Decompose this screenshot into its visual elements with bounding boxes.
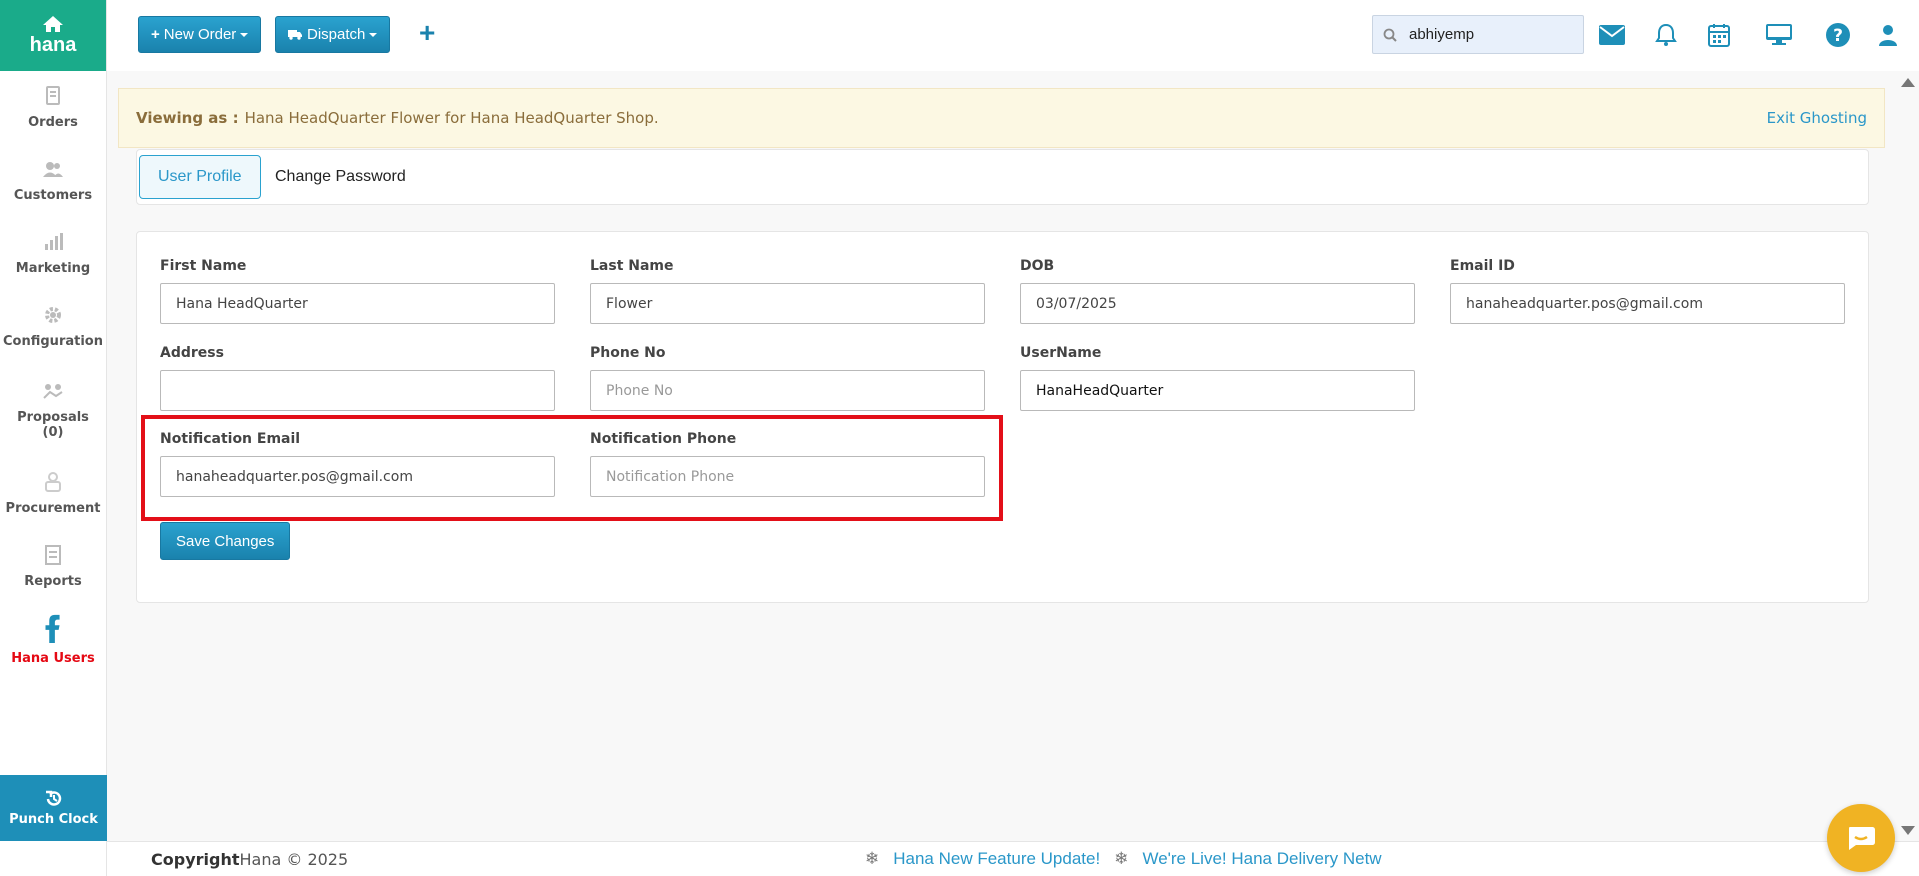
mail-icon[interactable] <box>1597 20 1627 50</box>
copyright-text: Hana © 2025 <box>239 849 349 869</box>
punch-clock-label: Punch Clock <box>9 812 98 827</box>
phone-field: Phone No <box>590 345 985 411</box>
sidebar-item-hana-users[interactable]: Hana Users <box>0 603 106 676</box>
chat-widget-button[interactable] <box>1827 804 1895 872</box>
search-icon <box>1383 28 1397 42</box>
customers-icon <box>43 162 63 177</box>
profile-tabs: User Profile Change Password <box>136 149 1869 205</box>
save-changes-button[interactable]: Save Changes <box>160 522 291 560</box>
monitor-icon[interactable] <box>1764 20 1794 50</box>
tab-change-password[interactable]: Change Password <box>257 155 424 199</box>
reports-icon <box>45 545 61 565</box>
facebook-icon <box>45 614 60 643</box>
search-input[interactable] <box>1409 26 1569 43</box>
copyright-bold: Copyright <box>151 849 240 869</box>
first-name-field: First Name <box>160 258 555 324</box>
snowflake-icon: ❄ <box>1114 849 1129 868</box>
exit-ghosting-link[interactable]: Exit Ghosting <box>1767 109 1867 127</box>
ticker-item[interactable]: We're Live! Hana Delivery Netw <box>1142 849 1381 869</box>
sidebar-item-label: Marketing <box>15 261 91 276</box>
sidebar-item-label: Customers <box>13 188 93 203</box>
copyright: CopyrightHana © 2025 <box>151 850 348 869</box>
sidebar-item-proposals[interactable]: Proposals (0) <box>0 363 106 457</box>
calendar-icon[interactable] <box>1704 20 1734 50</box>
caret-down-icon <box>240 32 249 37</box>
dob-input[interactable] <box>1020 283 1415 324</box>
dispatch-label: Dispatch <box>307 26 366 43</box>
punch-clock-button[interactable]: Punch Clock <box>0 775 107 841</box>
new-order-label: New Order <box>163 26 237 43</box>
alert-prefix: Viewing as : <box>136 109 239 127</box>
last-name-field: Last Name <box>590 258 985 324</box>
highlight-box <box>141 415 1003 521</box>
username-input[interactable] <box>1020 370 1415 411</box>
caret-down-icon <box>369 32 378 37</box>
username-label: UserName <box>1020 345 1102 361</box>
sidebar-item-label: Orders <box>28 115 78 130</box>
address-input[interactable] <box>160 370 555 411</box>
procurement-icon <box>45 472 61 492</box>
sidebar-item-customers[interactable]: Customers <box>0 144 106 217</box>
sidebar: hana Orders Customers Marketing Configur… <box>0 0 107 876</box>
news-ticker: ❄ Hana New Feature Update! ❄ We're Live!… <box>865 849 1515 869</box>
search-box[interactable] <box>1372 15 1584 54</box>
tab-user-profile[interactable]: User Profile <box>139 155 261 199</box>
logo-text: hana <box>29 33 77 56</box>
sidebar-item-label: Procurement <box>5 501 101 516</box>
sidebar-item-marketing[interactable]: Marketing <box>0 217 106 290</box>
footer: CopyrightHana © 2025 ❄ Hana New Feature … <box>107 841 1919 876</box>
plus-icon: + <box>151 26 160 43</box>
marketing-icon <box>45 233 63 250</box>
address-field: Address <box>160 345 555 411</box>
ticker-item[interactable]: Hana New Feature Update! <box>893 849 1100 869</box>
last-name-input[interactable] <box>590 283 985 324</box>
bell-icon[interactable] <box>1651 20 1681 50</box>
username-field: UserName <box>1020 345 1415 411</box>
dob-field: DOB <box>1020 258 1415 324</box>
sidebar-item-orders[interactable]: Orders <box>0 71 106 144</box>
email-field: Email ID <box>1450 258 1845 324</box>
sidebar-item-label: Configuration <box>3 334 103 349</box>
new-order-button[interactable]: + New Order <box>138 16 262 53</box>
svg-text:?: ? <box>1833 26 1843 46</box>
logo[interactable]: hana <box>0 0 106 71</box>
truck-icon <box>288 30 302 40</box>
dob-label: DOB <box>1020 258 1055 274</box>
dispatch-button[interactable]: Dispatch <box>275 16 391 53</box>
phone-label: Phone No <box>590 345 666 361</box>
orders-icon <box>46 86 60 105</box>
phone-input[interactable] <box>590 370 985 411</box>
sidebar-item-label: Proposals <box>17 410 89 425</box>
sidebar-item-procurement[interactable]: Procurement <box>0 457 106 530</box>
sidebar-item-label: Reports <box>24 574 82 589</box>
first-name-label: First Name <box>160 258 247 274</box>
chat-icon <box>1849 827 1875 850</box>
proposals-count: (0) <box>42 425 64 440</box>
address-label: Address <box>160 345 224 361</box>
last-name-label: Last Name <box>590 258 674 274</box>
sidebar-item-label: Hana Users <box>11 651 95 666</box>
gear-icon <box>45 307 61 323</box>
help-icon[interactable]: ? <box>1823 20 1853 50</box>
history-icon <box>45 790 61 806</box>
ghosting-alert: Viewing as : Hana HeadQuarter Flower for… <box>118 88 1885 148</box>
first-name-input[interactable] <box>160 283 555 324</box>
proposals-icon <box>43 384 63 399</box>
scroll-down-arrow-icon[interactable] <box>1901 826 1915 835</box>
user-icon[interactable] <box>1873 20 1903 50</box>
snowflake-icon: ❄ <box>865 849 880 868</box>
add-plus-icon[interactable]: + <box>419 18 435 48</box>
alert-message: Hana HeadQuarter Flower for Hana HeadQua… <box>244 109 659 127</box>
topbar: + New Order Dispatch + ? <box>107 0 1919 71</box>
home-icon <box>43 15 63 32</box>
email-input[interactable] <box>1450 283 1845 324</box>
email-label: Email ID <box>1450 258 1515 274</box>
sidebar-item-configuration[interactable]: Configuration <box>0 290 106 363</box>
sidebar-item-reports[interactable]: Reports <box>0 530 106 603</box>
scroll-up-arrow-icon[interactable] <box>1901 78 1915 87</box>
